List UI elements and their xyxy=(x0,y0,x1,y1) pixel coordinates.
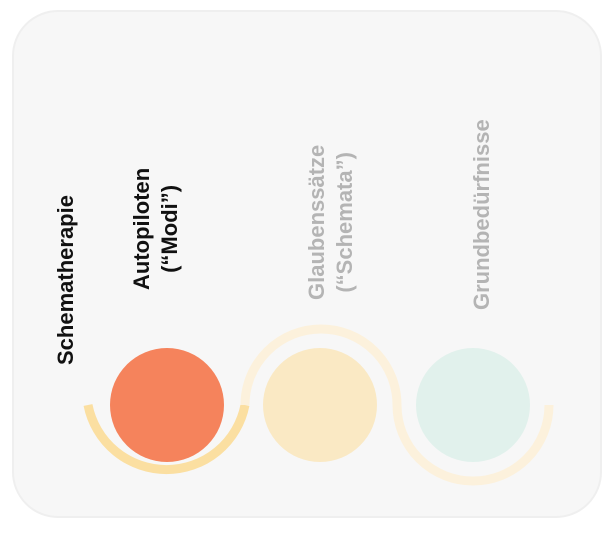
title-text: Schematherapie xyxy=(53,195,78,365)
modi-circle xyxy=(110,348,224,462)
label-beduerfnisse-line1: Grundbedürfnisse xyxy=(469,119,494,310)
label-modi: Autopiloten (“Modi”) xyxy=(128,168,184,290)
label-schemata: Glaubenssätze (“Schemata”) xyxy=(303,145,359,300)
label-modi-line2: (“Modi”) xyxy=(157,184,182,273)
label-schemata-line1: Glaubenssätze xyxy=(304,144,329,300)
schemata-circle xyxy=(263,348,377,462)
label-modi-line1: Autopiloten xyxy=(129,167,154,290)
label-schemata-line2: (“Schemata”) xyxy=(332,152,357,293)
label-beduerfnisse: Grundbedürfnisse xyxy=(468,119,496,310)
diagram-title: Schematherapie xyxy=(52,195,80,365)
beduerfnisse-circle xyxy=(416,348,530,462)
